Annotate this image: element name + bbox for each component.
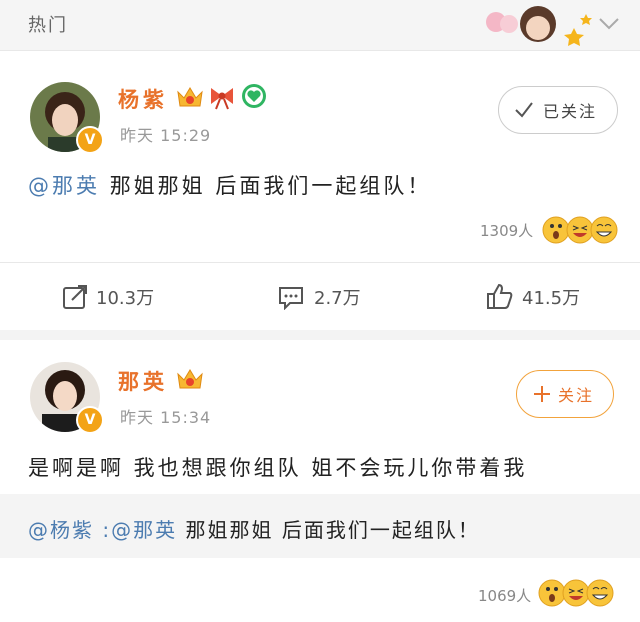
check-icon bbox=[515, 102, 533, 118]
following-label: 已关注 bbox=[542, 104, 597, 121]
chevron-down-icon[interactable] bbox=[598, 12, 620, 34]
crown-icon bbox=[177, 87, 203, 107]
comment-count: 2.7万 bbox=[314, 288, 361, 309]
green-heart-badge-icon bbox=[242, 84, 266, 108]
plus-icon bbox=[534, 386, 550, 402]
verified-badge-icon: V bbox=[76, 126, 104, 154]
follow-button[interactable]: 关注 bbox=[516, 370, 614, 418]
quote-body: 那姐那姐 后面我们一起组队！ bbox=[185, 518, 480, 542]
like-button[interactable]: 41.5万 bbox=[486, 282, 616, 312]
mention-link[interactable]: @那英 bbox=[28, 174, 100, 198]
divider bbox=[0, 262, 640, 263]
share-button[interactable]: 10.3万 bbox=[62, 282, 192, 312]
share-count: 10.3万 bbox=[96, 288, 155, 309]
decorative-banner-icon bbox=[486, 6, 592, 46]
grin-emoji-icon bbox=[586, 579, 614, 607]
post-author-name[interactable]: 杨紫 bbox=[118, 84, 168, 114]
comment-text: 是啊是啊 我也想跟你组队 姐不会玩儿你带着我 bbox=[28, 456, 528, 480]
comment-author-name[interactable]: 那英 bbox=[118, 366, 168, 396]
share-icon bbox=[63, 285, 87, 309]
post-text: 那姐那姐 后面我们一起组队！ bbox=[109, 174, 432, 198]
like-icon bbox=[487, 283, 513, 309]
comment-timestamp: 昨天 15:34 bbox=[120, 408, 212, 427]
crown-icon bbox=[177, 369, 203, 389]
surprised-emoji-icon bbox=[538, 579, 566, 607]
bow-icon bbox=[211, 88, 233, 110]
follow-label: 关注 bbox=[557, 388, 594, 405]
post-timestamp: 昨天 15:29 bbox=[120, 126, 212, 145]
quote-mention-link[interactable]: :@那英 bbox=[102, 518, 177, 542]
grin-emoji-icon bbox=[590, 216, 618, 244]
reaction-emojis[interactable] bbox=[542, 215, 618, 249]
surprised-emoji-icon bbox=[542, 216, 570, 244]
comment-reaction-emojis[interactable] bbox=[538, 578, 614, 612]
quote-author-link[interactable]: @杨紫 bbox=[28, 518, 94, 542]
hot-label: 热门 bbox=[28, 15, 68, 36]
verified-badge-icon: V bbox=[76, 406, 104, 434]
post-content: @那英 那姐那姐 后面我们一起组队！ bbox=[28, 170, 431, 200]
laughing-emoji-icon bbox=[566, 216, 594, 244]
laughing-emoji-icon bbox=[562, 579, 590, 607]
like-count: 41.5万 bbox=[522, 288, 581, 309]
quoted-post-text: @杨紫 :@那英 那姐那姐 后面我们一起组队！ bbox=[28, 514, 480, 543]
comment-button[interactable]: 2.7万 bbox=[278, 282, 408, 312]
comment-reaction-count: 1069人 bbox=[478, 587, 532, 605]
section-separator bbox=[0, 330, 640, 340]
divider bbox=[0, 50, 640, 51]
reaction-count: 1309人 bbox=[480, 222, 534, 240]
comment-icon bbox=[279, 287, 303, 310]
